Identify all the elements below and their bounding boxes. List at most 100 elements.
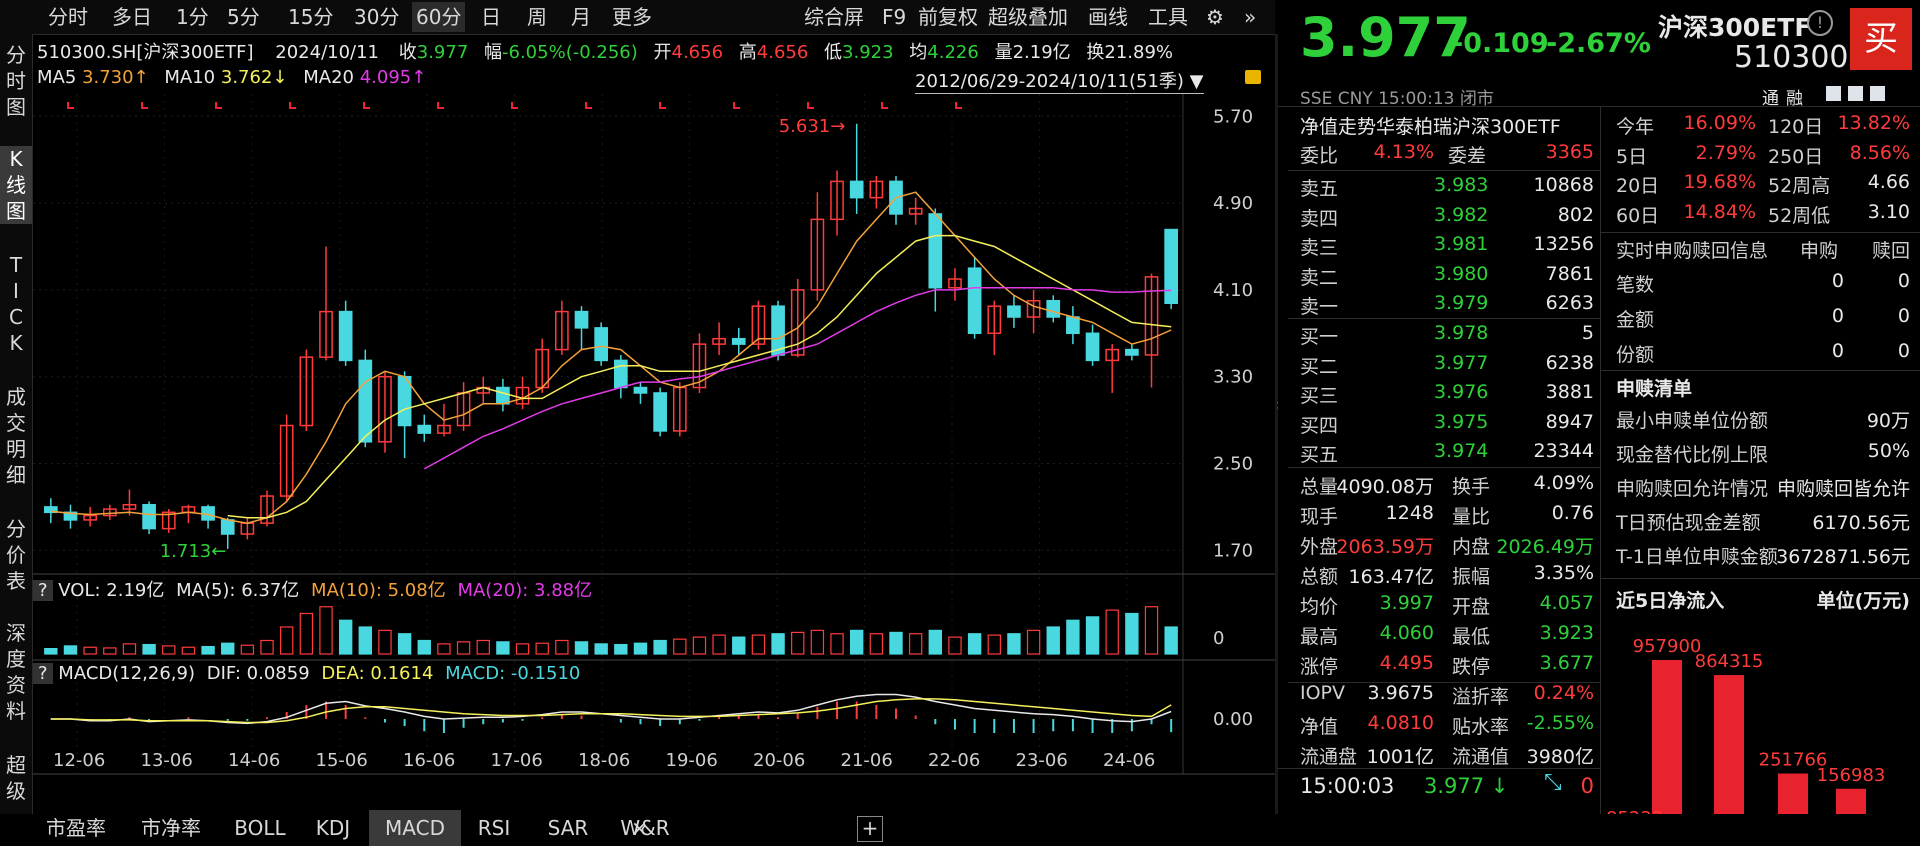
view-nav-1[interactable]: K线图 (0, 146, 32, 224)
nav-trend-title[interactable]: 净值走势华泰柏瑞沪深300ETF (1300, 112, 1561, 139)
indicator-tab-2[interactable]: BOLL (223, 810, 297, 846)
indicator-tab-6[interactable]: SAR (533, 810, 603, 846)
perf-0-a-label: 今年 (1616, 116, 1655, 138)
event-marker[interactable] (659, 102, 666, 109)
info-icon[interactable]: ! (1807, 10, 1833, 36)
chart-icon[interactable] (1848, 86, 1863, 101)
tool-button-0[interactable]: 综合屏 (804, 2, 864, 32)
tool-button-4[interactable]: 画线 (1088, 2, 1128, 32)
candle[interactable] (849, 180, 864, 199)
view-nav-2[interactable]: TICK (0, 252, 32, 356)
tool-button-5[interactable]: 工具 (1148, 2, 1188, 32)
period-tab-8[interactable]: 周 (523, 2, 551, 32)
period-tab-7[interactable]: 日 (477, 2, 505, 32)
candle[interactable] (653, 392, 667, 432)
bid-price[interactable]: 3.976 (1434, 381, 1488, 403)
bid-price[interactable]: 3.974 (1434, 440, 1488, 462)
indicator-tab-1[interactable]: 市净率 (125, 810, 217, 846)
candle[interactable] (397, 375, 412, 427)
candle[interactable] (574, 310, 589, 329)
period-tab-10[interactable]: 更多 (608, 2, 656, 32)
candle[interactable] (594, 327, 609, 362)
view-nav-3[interactable]: 成交明细 (0, 384, 32, 488)
candle[interactable] (1066, 316, 1080, 335)
expand-icon[interactable]: ⤡ (1544, 770, 1562, 795)
candle[interactable] (358, 359, 373, 443)
help-icon[interactable]: ? (33, 663, 53, 684)
tool-button-1[interactable]: F9 (882, 2, 906, 32)
ask-price[interactable]: 3.983 (1434, 174, 1488, 196)
candle[interactable] (1046, 299, 1061, 318)
gear-icon[interactable]: ⚙ (1206, 2, 1224, 32)
volume-bar (810, 629, 825, 655)
period-tab-4[interactable]: 15分 (284, 2, 337, 32)
candle[interactable] (928, 213, 943, 289)
period-tab-9[interactable]: 月 (567, 2, 595, 32)
volume-bar (515, 643, 530, 655)
candle[interactable] (496, 386, 510, 405)
add-tab-icon[interactable]: + (857, 816, 883, 842)
candle[interactable] (142, 503, 156, 530)
ask-price[interactable]: 3.979 (1434, 292, 1488, 314)
indicator-tab-3[interactable]: KDJ (303, 810, 363, 846)
indicator-tab-5[interactable]: RSI (463, 810, 525, 846)
ask-price[interactable]: 3.982 (1434, 204, 1488, 226)
period-tab-1[interactable]: 多日 (108, 2, 156, 32)
link-icon[interactable] (1870, 86, 1885, 101)
event-marker[interactable] (363, 102, 370, 109)
view-nav-6[interactable]: 超级 (0, 752, 32, 804)
kline-chart[interactable]: 5.70 4.90 4.10 3.30 2.50 1.70 12-06 13-06 14-06 1… (33, 34, 1275, 814)
indicator-tab-0[interactable]: 市盈率 (33, 810, 119, 846)
event-marker[interactable] (289, 102, 296, 109)
volume-info-line: ? VOL: 2.19亿 MA(5): 6.37亿 MA(10): 5.08亿 … (33, 576, 592, 602)
indicator-tab-4[interactable]: MACD (369, 810, 461, 846)
candle[interactable] (417, 424, 432, 434)
period-tab-0[interactable]: 分时 (44, 2, 92, 32)
event-marker[interactable] (141, 102, 148, 109)
event-marker[interactable] (955, 102, 962, 109)
help-icon[interactable]: ? (33, 580, 53, 601)
stat-0-a-label: 总量 (1300, 476, 1339, 498)
date-tick-5: 17-06 (491, 750, 543, 771)
ask-price[interactable]: 3.980 (1434, 263, 1488, 285)
view-nav-5[interactable]: 深度资料 (0, 620, 32, 724)
period-tab-2[interactable]: 1分 (172, 2, 213, 32)
ask-price[interactable]: 3.981 (1434, 233, 1488, 255)
candle[interactable] (731, 337, 746, 345)
inflow-label: 864315 (1695, 651, 1764, 672)
bid-price[interactable]: 3.978 (1434, 322, 1488, 344)
candle[interactable] (1007, 305, 1021, 318)
tool-button-2[interactable]: 前复权 (918, 2, 978, 32)
event-marker[interactable] (585, 102, 592, 109)
view-nav-4[interactable]: 分价表 (0, 516, 32, 594)
tool-button-3[interactable]: 超级叠加 (988, 2, 1068, 32)
macd-dif-line (50, 693, 1172, 725)
candle[interactable] (1125, 348, 1139, 356)
event-marker[interactable] (881, 102, 888, 109)
event-marker[interactable] (67, 102, 74, 109)
period-toolbar: 分时 多日 1分 5分 15分 30分 60分日周月更多 综合屏 F9 前复权 超级叠加 画线 工具 ⚙ » (0, 0, 1275, 35)
period-tab-3[interactable]: 5分 (223, 2, 264, 32)
bid-price[interactable]: 3.977 (1434, 352, 1488, 374)
edit-icon[interactable] (1826, 86, 1841, 101)
candle[interactable] (613, 359, 628, 389)
candle[interactable] (338, 310, 353, 362)
event-marker[interactable] (437, 102, 444, 109)
event-marker[interactable] (807, 102, 814, 109)
redemption-row-label: 申购赎回允许情况 (1616, 478, 1769, 500)
period-tab-5[interactable]: 30分 (350, 2, 403, 32)
event-marker[interactable] (215, 102, 222, 109)
expand-chevron-icon[interactable]: » (1244, 2, 1256, 32)
ask-level-label: 卖三 (1300, 237, 1339, 259)
close-icon[interactable]: × (631, 810, 648, 846)
candle[interactable] (633, 386, 648, 394)
candle[interactable] (1085, 332, 1100, 362)
candle[interactable] (1164, 228, 1179, 304)
view-nav-0[interactable]: 分时图 (0, 42, 32, 120)
candle[interactable] (220, 519, 235, 535)
candle[interactable] (967, 267, 982, 335)
event-marker[interactable] (733, 102, 740, 109)
bid-price[interactable]: 3.975 (1434, 411, 1488, 433)
period-tab-6[interactable]: 60分 (412, 2, 466, 32)
buy-button[interactable]: 买 (1850, 8, 1912, 70)
